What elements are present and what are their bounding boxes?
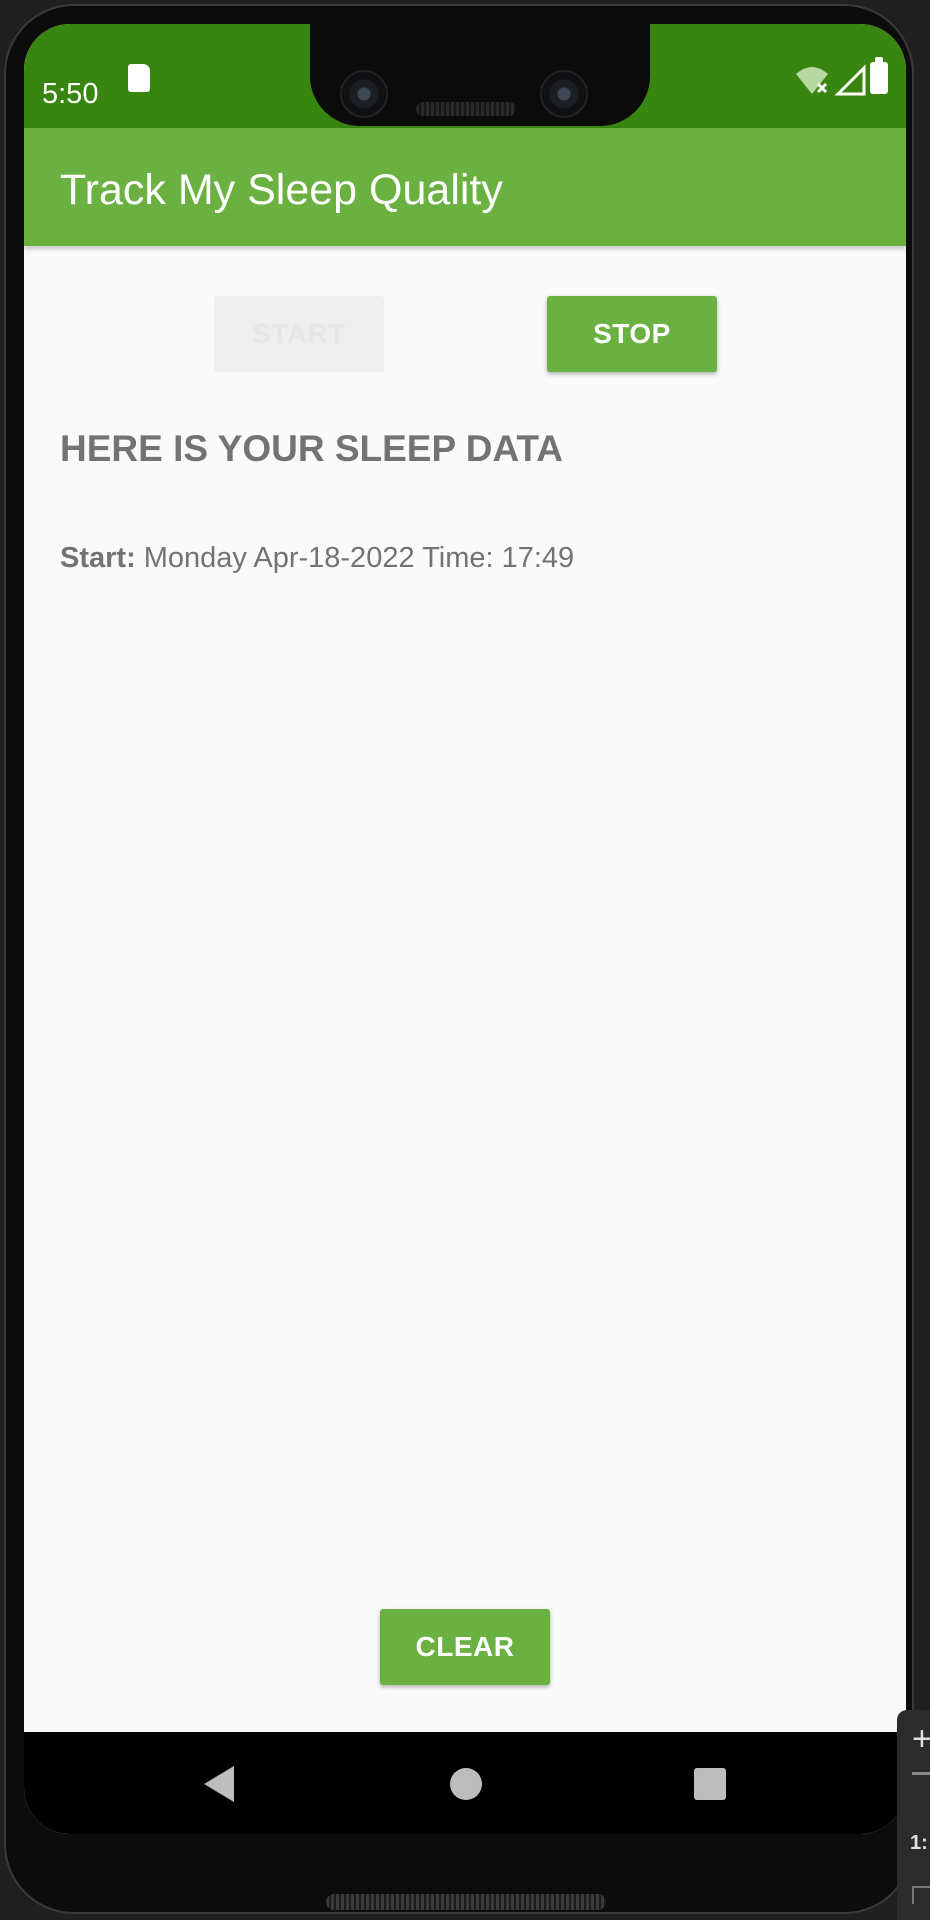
app-bar: Track My Sleep Quality	[24, 128, 906, 246]
fit-screen-icon[interactable]	[912, 1886, 930, 1904]
stop-button[interactable]: STOP	[547, 296, 717, 372]
device-screen: 5:50 Track My Sleep Quality START STOP H…	[24, 24, 906, 1834]
zoom-ratio-label[interactable]: 1:	[910, 1832, 928, 1855]
sleep-start-value: Monday Apr-18-2022 Time: 17:49	[143, 542, 575, 574]
clear-button[interactable]: CLEAR	[380, 1609, 550, 1685]
earpiece-speaker	[416, 102, 516, 116]
navigation-bar	[24, 1732, 906, 1834]
home-icon[interactable]	[450, 1768, 482, 1800]
zoom-in-button[interactable]: +	[912, 1722, 930, 1756]
app-title: Track My Sleep Quality	[60, 166, 503, 214]
bottom-speaker-grille	[326, 1894, 606, 1910]
wifi-icon	[796, 67, 828, 94]
cell-signal-icon	[834, 64, 866, 96]
back-icon[interactable]	[204, 1766, 234, 1802]
sd-card-icon	[128, 64, 150, 92]
front-camera-left	[340, 70, 388, 118]
status-time: 5:50	[42, 78, 99, 110]
sleep-start-label: Start:	[60, 542, 136, 574]
sleep-data-heading: HERE IS YOUR SLEEP DATA	[60, 428, 564, 469]
zoom-out-button[interactable]	[912, 1772, 930, 1775]
sleep-start-row: Start: Monday Apr-18-2022 Time: 17:49	[60, 542, 574, 575]
front-camera-right	[540, 70, 588, 118]
recents-icon[interactable]	[694, 1768, 726, 1800]
start-button[interactable]: START	[214, 296, 384, 372]
battery-icon	[870, 62, 888, 94]
